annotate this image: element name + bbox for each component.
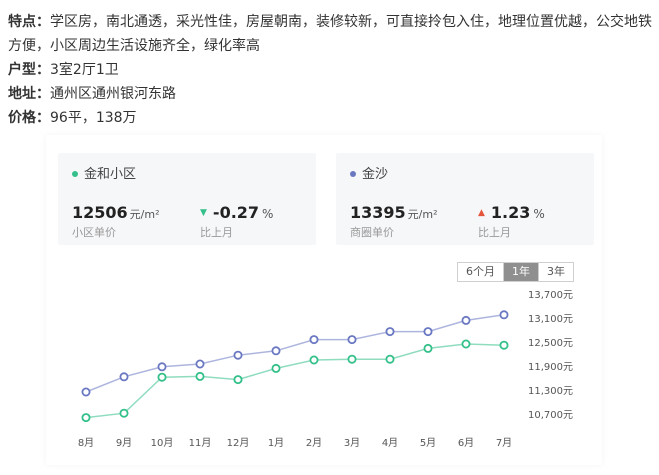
community-change: ▼ -0.27%: [200, 203, 273, 222]
community-change-value: -0.27: [212, 203, 260, 222]
data-point-0: [385, 327, 395, 337]
community-name-text: 金和小区: [84, 167, 137, 182]
tab-3-years[interactable]: 3年: [539, 263, 573, 281]
x-tick-label: 12月: [227, 437, 250, 449]
data-point-0: [233, 350, 243, 360]
data-point-1: [309, 355, 319, 365]
x-tick-label: 3月: [344, 437, 360, 449]
district-price-unit: 元/m²: [407, 208, 438, 221]
district-change-label: 比上月: [478, 226, 511, 239]
x-tick-label: 11月: [189, 437, 212, 449]
x-tick-label: 8月: [78, 437, 94, 449]
y-tick-label: 13,700元: [528, 290, 573, 301]
data-point-1: [119, 408, 129, 418]
community-price-value: 12506: [72, 203, 128, 222]
y-tick-label: 13,100元: [528, 314, 573, 325]
district-change-value: 1.23: [490, 203, 531, 222]
data-point-1: [233, 375, 243, 385]
range-tabs: 6个月 1年 3年: [457, 262, 574, 282]
x-tick-label: 10月: [151, 437, 174, 449]
district-dot-icon: [350, 170, 356, 177]
tab-6-months[interactable]: 6个月: [458, 263, 504, 281]
layout-key: 户型：: [8, 62, 50, 78]
data-point-0: [271, 346, 281, 356]
community-change-label: 比上月: [200, 226, 233, 239]
layout-line: 户型：3室2厅1卫: [8, 58, 653, 82]
community-price-label: 小区单价: [72, 226, 116, 239]
x-tick-label: 1月: [268, 437, 284, 449]
x-tick-label: 9月: [116, 437, 132, 449]
data-point-0: [423, 327, 433, 337]
district-price-label: 商圈单价: [350, 226, 394, 239]
data-point-0: [499, 310, 509, 320]
price-value: 96平，138万: [50, 110, 137, 126]
community-change-unit: %: [262, 207, 274, 221]
community-dot-icon: [72, 170, 78, 177]
data-point-1: [423, 343, 433, 353]
data-point-0: [347, 335, 357, 345]
data-point-1: [461, 339, 471, 349]
district-change-unit: %: [533, 207, 545, 221]
y-tick-label: 12,500元: [528, 338, 573, 349]
y-tick-label: 11,300元: [528, 386, 573, 397]
series-line-0: [85, 314, 505, 393]
data-point-0: [309, 335, 319, 345]
y-tick-label: 11,900元: [528, 362, 573, 373]
features-value: 学区房，南北通透，采光性佳，房屋朝南，装修较新，可直接拎包入住，地理位置优越，公…: [8, 14, 652, 54]
tab-1-year[interactable]: 1年: [504, 263, 539, 281]
district-price-value: 13395: [350, 203, 406, 222]
data-point-1: [347, 354, 357, 364]
district-name-text: 金沙: [362, 167, 389, 182]
y-tick-label: 10,700元: [528, 410, 573, 421]
district-price: 13395 元/m²: [350, 203, 438, 222]
arrow-down-icon: ▼: [200, 208, 207, 218]
address-line: 地址：通州区通州银河东路: [8, 82, 653, 106]
community-price: 12506 元/m²: [72, 203, 160, 222]
data-point-1: [271, 363, 281, 373]
layout-value: 3室2厅1卫: [50, 62, 119, 78]
community-name: 金和小区: [72, 163, 136, 182]
district-price-card: 金沙 13395 元/m² 商圈单价 ▲ 1.23% 比上月: [336, 153, 594, 245]
data-point-1: [385, 354, 395, 364]
community-price-card: 金和小区 12506 元/m² 小区单价 ▼ -0.27% 比上月: [58, 153, 316, 245]
x-tick-label: 5月: [420, 437, 436, 449]
price-trend-chart: 10,700元 11,300元 11,900元 12,500元 13,100元 13,70…: [78, 290, 573, 449]
data-point-1: [499, 340, 509, 350]
features-line: 特点：学区房，南北通透，采光性佳，房屋朝南，装修较新，可直接拎包入住，地理位置优…: [8, 10, 653, 58]
x-tick-label: 6月: [458, 437, 474, 449]
arrow-up-icon: ▲: [478, 208, 485, 218]
features-key: 特点：: [8, 14, 50, 30]
community-price-unit: 元/m²: [129, 208, 160, 221]
data-point-1: [81, 413, 91, 423]
series-line-1: [85, 343, 505, 419]
data-point-0: [461, 315, 471, 325]
data-point-0: [81, 387, 91, 397]
district-name: 金沙: [350, 163, 388, 182]
data-point-0: [157, 362, 167, 372]
data-point-0: [119, 372, 129, 382]
x-tick-label: 2月: [306, 437, 322, 449]
district-change: ▲ 1.23%: [478, 203, 545, 222]
address-key: 地址：: [8, 86, 50, 102]
price-key: 价格：: [8, 110, 50, 126]
address-value: 通州区通州银河东路: [50, 86, 176, 102]
x-tick-label: 7月: [496, 437, 512, 449]
data-point-1: [195, 371, 205, 381]
x-tick-label: 4月: [382, 437, 398, 449]
price-line: 价格：96平，138万: [8, 106, 653, 130]
listing-info: 特点：学区房，南北通透，采光性佳，房屋朝南，装修较新，可直接拎包入住，地理位置优…: [8, 10, 653, 130]
data-point-1: [157, 372, 167, 382]
data-point-0: [195, 359, 205, 369]
